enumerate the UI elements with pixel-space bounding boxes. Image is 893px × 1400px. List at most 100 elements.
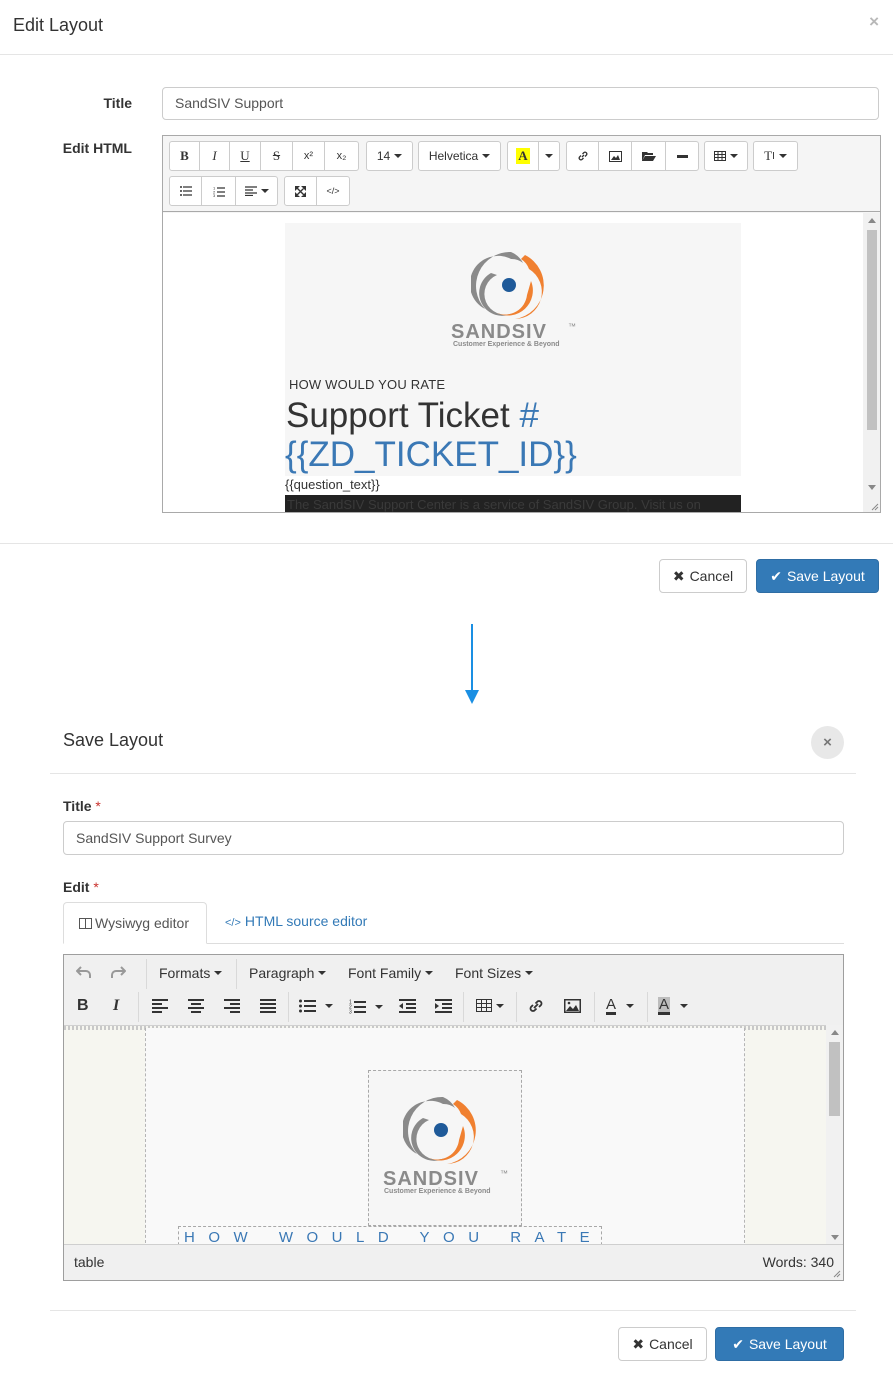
bold-button[interactable]: B: [77, 997, 89, 1015]
numbered-list-icon: 123: [349, 1000, 366, 1015]
cancel-button[interactable]: ✖ Cancel: [659, 559, 747, 593]
edit-label-text: Edit: [63, 879, 90, 895]
paragraph-align-dropdown[interactable]: [235, 176, 278, 206]
caret-down-icon: [680, 1004, 689, 1008]
cursor-glyph: I: [772, 150, 775, 162]
caret-down-icon: [394, 154, 403, 158]
toolbar-separator: [516, 992, 517, 1022]
caret-down-icon: [214, 971, 223, 975]
scroll-up-icon[interactable]: [868, 218, 876, 223]
close-icon[interactable]: ×: [869, 12, 879, 32]
editor-content[interactable]: SANDSIV ™ Customer Experience & Beyond H…: [64, 1025, 843, 1244]
title-input[interactable]: SandSIV Support Survey: [63, 821, 844, 855]
editor-scrollbar[interactable]: [863, 213, 880, 512]
redo-icon[interactable]: [110, 965, 126, 979]
subscript-button[interactable]: x₂: [324, 141, 359, 171]
header-divider: [50, 773, 856, 774]
table-icon: [714, 151, 726, 161]
italic-button[interactable]: I: [113, 997, 119, 1015]
horizontal-rule-button[interactable]: [665, 141, 699, 171]
fullscreen-button[interactable]: [284, 176, 317, 206]
strikethrough-button[interactable]: S: [260, 141, 293, 171]
scrollbar-thumb[interactable]: [829, 1042, 840, 1116]
title-label: Title: [103, 95, 132, 111]
tab-html-source-editor[interactable]: </> HTML source editor: [225, 913, 367, 929]
resize-handle-icon[interactable]: [832, 1269, 841, 1278]
code-icon: </>: [326, 186, 340, 196]
superscript-button[interactable]: x²: [292, 141, 325, 171]
image-button[interactable]: [598, 141, 632, 171]
align-center-icon[interactable]: [188, 999, 204, 1013]
element-path[interactable]: table: [74, 1254, 104, 1270]
check-icon: ✔: [770, 567, 782, 584]
font-size-dropdown[interactable]: 14: [366, 141, 413, 171]
save-layout-button[interactable]: ✔ Save Layout: [756, 559, 879, 593]
text-color-dropdown[interactable]: A: [606, 997, 635, 1015]
underline-button[interactable]: U: [229, 141, 261, 171]
bullet-list-dropdown[interactable]: [299, 999, 333, 1013]
title-input[interactable]: SandSIV Support: [162, 87, 879, 120]
modal-title: Save Layout: [63, 730, 164, 750]
editor-content[interactable]: SANDSIV ™ Customer Experience & Beyond H…: [163, 213, 880, 512]
sandsiv-logo-icon: [471, 251, 544, 319]
resize-handle-icon[interactable]: [869, 501, 879, 511]
align-left-icon[interactable]: [152, 999, 168, 1013]
ordered-list-button[interactable]: 123: [201, 176, 236, 206]
scroll-down-icon[interactable]: [868, 485, 876, 490]
undo-icon[interactable]: [76, 965, 92, 979]
rate-heading: HOW WOULD YOU RATE: [289, 377, 446, 392]
font-family-dropdown[interactable]: Font Family: [348, 965, 434, 981]
caret-down-icon: [545, 154, 553, 158]
svg-text:3: 3: [349, 1010, 352, 1015]
outdent-icon[interactable]: [399, 999, 416, 1013]
code-view-button[interactable]: </>: [316, 176, 350, 206]
style-dropdown[interactable]: TI: [753, 141, 798, 171]
bullet-list-icon: [179, 186, 192, 196]
folder-open-icon: [641, 151, 656, 161]
footer-block: The SandSIV Support Center is a service …: [285, 495, 741, 512]
file-button[interactable]: [631, 141, 666, 171]
caret-down-icon: [778, 154, 787, 158]
link-icon[interactable]: [528, 998, 544, 1014]
background-color-dropdown[interactable]: A: [658, 996, 689, 1015]
cancel-label: Cancel: [689, 568, 734, 584]
link-button[interactable]: [566, 141, 599, 171]
scroll-up-icon[interactable]: [831, 1030, 839, 1035]
paragraph-dropdown[interactable]: Paragraph: [249, 965, 327, 981]
image-icon[interactable]: [564, 999, 581, 1013]
bold-button[interactable]: B: [169, 141, 200, 171]
table-dropdown[interactable]: [704, 141, 748, 171]
editor-toolbar: Formats Paragraph Font Family Font Sizes…: [64, 955, 843, 1025]
scroll-down-icon[interactable]: [831, 1235, 839, 1240]
editor-scrollbar[interactable]: [826, 1025, 843, 1244]
font-name-dropdown[interactable]: Helvetica: [418, 141, 501, 171]
toolbar-separator: [146, 959, 147, 989]
edit-html-label: Edit HTML: [62, 140, 132, 156]
footer-divider: [50, 1310, 856, 1311]
background-color-icon: A: [658, 996, 671, 1015]
scrollbar-thumb[interactable]: [867, 230, 877, 430]
paragraph-label: Paragraph: [249, 965, 315, 981]
brand-tagline: Customer Experience & Beyond: [453, 341, 560, 348]
highlight-color-button[interactable]: A: [507, 141, 539, 171]
unordered-list-button[interactable]: [169, 176, 202, 206]
save-label: Save Layout: [786, 568, 865, 584]
brand-trademark: ™: [500, 1169, 508, 1178]
tab-wysiwyg-editor[interactable]: Wysiwyg editor: [63, 902, 207, 944]
close-button[interactable]: ×: [811, 726, 844, 759]
title-label-text: Title: [63, 798, 92, 814]
numbered-list-icon: 123: [213, 186, 225, 197]
italic-button[interactable]: I: [199, 141, 230, 171]
indent-icon[interactable]: [435, 999, 452, 1013]
toolbar-separator: [594, 992, 595, 1022]
cancel-button[interactable]: ✖ Cancel: [618, 1327, 707, 1361]
numbered-list-dropdown[interactable]: 123: [349, 999, 383, 1014]
formats-dropdown[interactable]: Formats: [159, 965, 223, 981]
font-sizes-dropdown[interactable]: Font Sizes: [455, 965, 534, 981]
align-right-icon[interactable]: [224, 999, 240, 1013]
highlight-color-dropdown[interactable]: [538, 141, 560, 171]
save-layout-button[interactable]: ✔ Save Layout: [715, 1327, 844, 1361]
align-justify-icon[interactable]: [260, 999, 276, 1013]
table-dropdown[interactable]: [476, 999, 504, 1012]
required-mark: *: [93, 879, 99, 895]
